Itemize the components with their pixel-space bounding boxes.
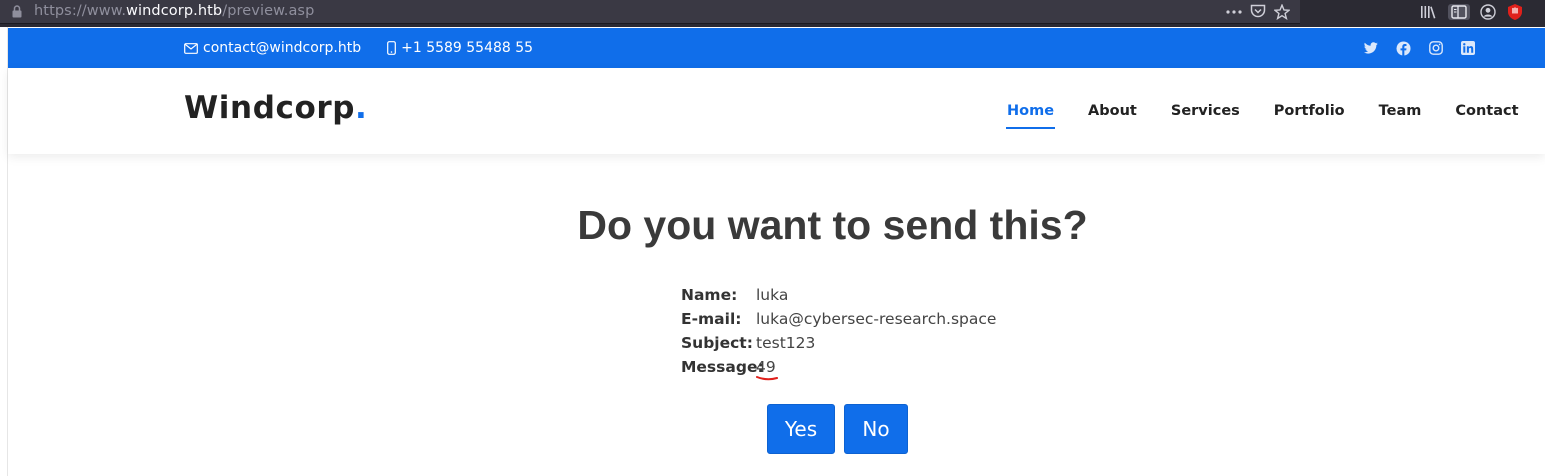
field-email: E-mail: luka@cybersec-research.space [681,307,996,331]
nav-home[interactable]: Home [1005,103,1056,129]
contact-phone[interactable]: +1 5589 55488 55 [387,40,533,56]
bookmark-star-icon[interactable] [1274,3,1290,20]
no-button[interactable]: No [844,404,908,454]
field-label: Name: [681,286,738,304]
contact-email[interactable]: contact@windcorp.htb [184,40,361,56]
field-label: E-mail: [681,310,742,328]
site-logo[interactable]: Windcorp. [184,90,367,126]
facebook-icon[interactable] [1396,40,1411,56]
library-icon[interactable] [1420,5,1438,19]
field-name: Name: luka [681,283,996,307]
phone-icon [387,41,397,55]
account-icon[interactable] [1480,3,1496,20]
yes-button[interactable]: Yes [767,404,835,454]
browser-toolbar: https://www.windcorp.htb/preview.asp [0,0,1545,27]
nav-about[interactable]: About [1088,103,1137,119]
lock-icon [12,5,22,18]
field-label: Message: [681,358,764,376]
main-nav: Home About Services Portfolio Team Conta… [998,68,1527,154]
extension-ublock-icon[interactable] [1506,3,1524,21]
linkedin-icon[interactable] [1461,41,1475,55]
field-label: Subject: [681,334,753,352]
page-left-edge [0,27,8,476]
field-message: Message: 49 [681,355,996,379]
nav-team[interactable]: Team [1379,103,1422,119]
reader-view-icon[interactable] [1448,3,1470,20]
address-bar[interactable]: https://www.windcorp.htb/preview.asp [0,0,1300,24]
nav-services[interactable]: Services [1171,103,1240,119]
field-value: test123 [756,334,816,352]
nav-portfolio[interactable]: Portfolio [1274,103,1345,119]
red-annotation-underline [756,376,778,381]
site-header: Windcorp. Home About Services Portfolio … [8,68,1545,154]
nav-contact[interactable]: Contact [1455,103,1518,119]
envelope-icon [184,42,198,54]
page-title: Do you want to send this? [577,202,1088,248]
message-preview: Name: luka E-mail: luka@cybersec-researc… [681,283,996,379]
top-contact-bar: contact@windcorp.htb +1 5589 55488 55 [8,28,1545,68]
twitter-icon[interactable] [1364,42,1378,54]
more-actions-icon[interactable] [1226,9,1242,14]
pocket-icon[interactable] [1250,4,1266,19]
url-text[interactable]: https://www.windcorp.htb/preview.asp [34,3,314,19]
field-subject: Subject: test123 [681,331,996,355]
field-value: luka@cybersec-research.space [756,310,997,328]
field-value: luka [756,286,789,304]
instagram-icon[interactable] [1429,41,1443,55]
